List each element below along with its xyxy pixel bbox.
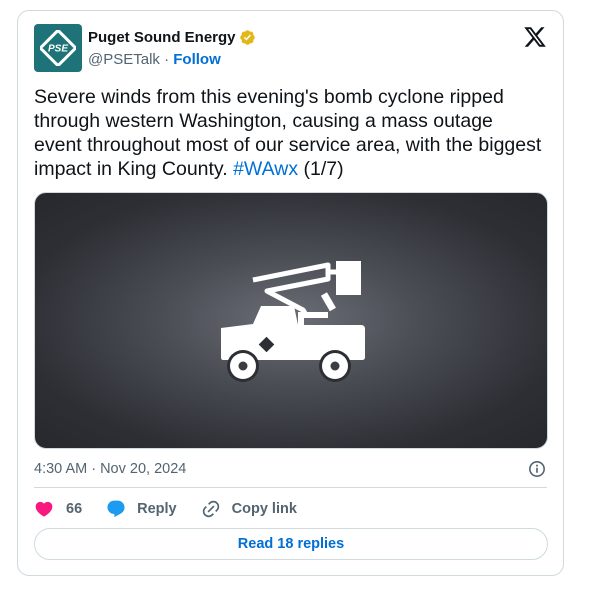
read-replies-button[interactable]: Read 18 replies: [34, 528, 548, 560]
follow-button[interactable]: Follow: [173, 51, 221, 68]
pse-logo-icon: PSE: [40, 30, 76, 66]
copy-link-label: Copy link: [231, 501, 297, 517]
author-handle[interactable]: @PSETalk: [88, 51, 160, 68]
heart-icon: [35, 501, 53, 517]
divider: [34, 487, 547, 488]
reply-bubble-icon: [107, 500, 125, 518]
reply-label: Reply: [137, 501, 177, 517]
tweet-thread-count: (1/7): [298, 158, 344, 180]
tweet-text: Severe winds from this evening's bomb cy…: [34, 85, 544, 181]
read-replies-label: Read 18 replies: [237, 536, 345, 552]
bucket-truck-icon: [221, 261, 365, 382]
x-logo-icon[interactable]: [523, 25, 547, 49]
author-name-row[interactable]: Puget Sound Energy: [88, 29, 256, 46]
avatar-text: PSE: [48, 44, 68, 55]
handle-separator: ·: [159, 51, 174, 68]
like-count: 66: [66, 501, 83, 517]
info-icon[interactable]: [527, 459, 547, 479]
author-name[interactable]: Puget Sound Energy: [88, 29, 236, 46]
hashtag-link[interactable]: #WAwx: [233, 158, 298, 180]
tweet-card: PSE Puget Sound Energy @PSETalk · Follow…: [17, 10, 564, 576]
avatar[interactable]: PSE: [34, 24, 82, 72]
copy-link-button[interactable]: Copy link: [201, 499, 297, 519]
handle-row: @PSETalk · Follow: [88, 51, 221, 68]
tweet-media-image[interactable]: [34, 192, 548, 449]
like-button[interactable]: 66: [34, 499, 82, 519]
link-icon: [202, 500, 219, 518]
action-bar: 66 Reply Copy link: [34, 497, 297, 521]
reply-button[interactable]: Reply: [106, 499, 177, 519]
tweet-timestamp[interactable]: 4:30 AM · Nov 20, 2024: [34, 461, 186, 477]
gold-verified-badge-icon: [239, 30, 255, 45]
